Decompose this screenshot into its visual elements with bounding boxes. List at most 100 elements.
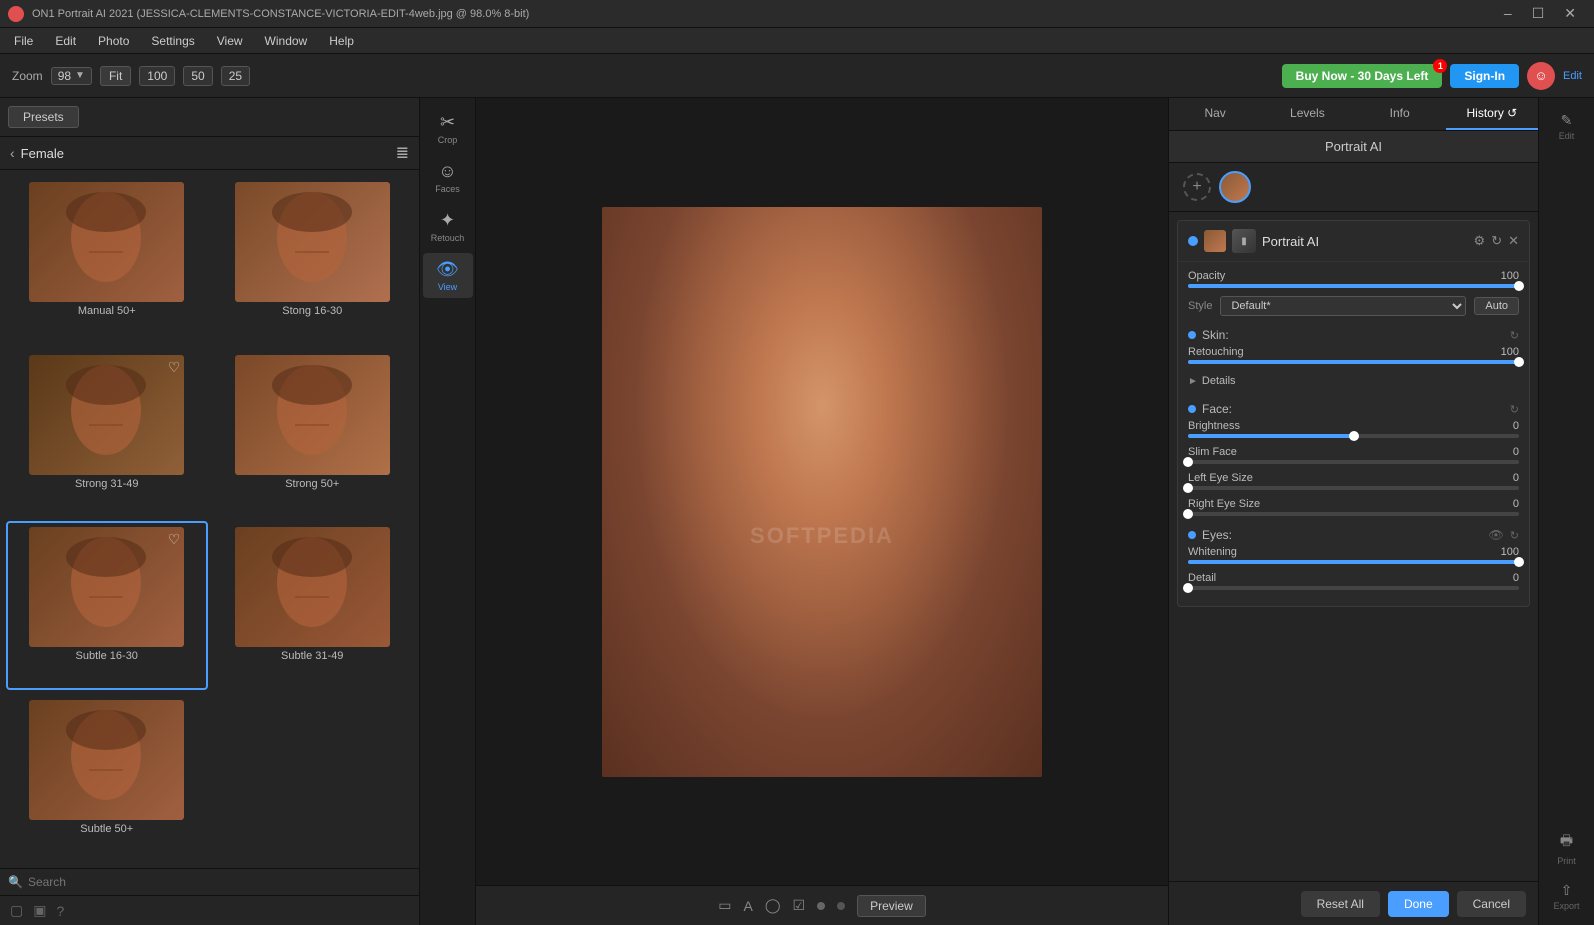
- tab-info[interactable]: Info: [1354, 98, 1446, 130]
- preset-item-strong-16-30[interactable]: Stong 16-30: [212, 176, 414, 345]
- opacity-slider[interactable]: [1188, 284, 1519, 288]
- eye-visibility-icon[interactable]: 👁: [1489, 528, 1504, 542]
- view-icon: 👁: [436, 259, 459, 280]
- pai-active-dot: [1188, 236, 1198, 246]
- right-eye-value: 0: [1513, 498, 1519, 510]
- preset-thumb-strong-31-49: ♡: [29, 355, 184, 475]
- maximize-button[interactable]: ☐: [1522, 5, 1555, 22]
- buy-now-button[interactable]: Buy Now - 30 Days Left 1: [1282, 64, 1443, 88]
- zoom-25-button[interactable]: 25: [221, 66, 250, 86]
- zoom-dropdown-icon[interactable]: ▼: [75, 70, 85, 81]
- right-tabs: Nav Levels Info History ↺: [1169, 98, 1538, 131]
- retouching-slider[interactable]: [1188, 360, 1519, 364]
- crop-icon: ✂: [440, 112, 455, 133]
- left-eye-slider[interactable]: [1188, 486, 1519, 490]
- right-eye-slider[interactable]: [1188, 512, 1519, 516]
- edit-link[interactable]: Edit: [1563, 70, 1582, 82]
- view-label: View: [438, 282, 457, 292]
- heart-icon-subtle-16-30[interactable]: ♡: [168, 531, 181, 548]
- zoom-fit-button[interactable]: Fit: [100, 66, 131, 86]
- frame-icon[interactable]: ▭: [718, 897, 731, 914]
- mask-icon[interactable]: ◯: [765, 897, 781, 914]
- preview-button[interactable]: Preview: [857, 895, 926, 917]
- add-face-button[interactable]: +: [1183, 173, 1211, 201]
- brightness-slider[interactable]: [1188, 434, 1519, 438]
- eyes-dot: [1188, 531, 1196, 539]
- menu-settings[interactable]: Settings: [141, 32, 204, 50]
- tool-faces[interactable]: ☺ Faces: [423, 155, 473, 200]
- pai-close-button[interactable]: ✕: [1508, 233, 1519, 249]
- preset-item-subtle-31-49[interactable]: Subtle 31-49: [212, 521, 414, 690]
- tab-levels[interactable]: Levels: [1261, 98, 1353, 130]
- face-reset-button[interactable]: ↻: [1510, 403, 1519, 416]
- close-button[interactable]: ✕: [1554, 5, 1586, 22]
- style-label: Style: [1188, 300, 1212, 312]
- zoom-50-button[interactable]: 50: [183, 66, 212, 86]
- tool-crop[interactable]: ✂ Crop: [423, 106, 473, 151]
- face-thumbnail[interactable]: [1219, 171, 1251, 203]
- status-dot-2: [837, 902, 845, 910]
- preset-name-strong-50plus: Strong 50+: [285, 478, 339, 490]
- right-tool-export[interactable]: ⇧ Export: [1542, 876, 1592, 917]
- bottom-icons: ▢ ▣ ?: [0, 895, 419, 925]
- preset-item-strong-50plus[interactable]: Strong 50+: [212, 349, 414, 518]
- minimize-button[interactable]: –: [1494, 5, 1522, 22]
- menu-bar: File Edit Photo Settings View Window Hel…: [0, 28, 1594, 54]
- menu-edit[interactable]: Edit: [45, 32, 86, 50]
- help-icon[interactable]: ?: [56, 903, 64, 919]
- preset-thumb-subtle-31-49: [235, 527, 390, 647]
- grid-toggle-icon[interactable]: ≣: [396, 143, 409, 163]
- menu-help[interactable]: Help: [319, 32, 364, 50]
- presets-button[interactable]: Presets: [8, 106, 79, 128]
- zoom-100-button[interactable]: 100: [139, 66, 175, 86]
- details-toggle[interactable]: ► Details: [1188, 372, 1519, 390]
- back-arrow-icon[interactable]: ‹: [10, 145, 15, 161]
- whitening-slider[interactable]: [1188, 560, 1519, 564]
- heart-icon-strong-31-49[interactable]: ♡: [168, 359, 181, 376]
- preset-item-subtle-50plus[interactable]: Subtle 50+: [6, 694, 208, 863]
- tool-view[interactable]: 👁 View: [423, 253, 473, 298]
- left-eye-row: Left Eye Size 0: [1188, 472, 1519, 490]
- edit-label: Edit: [1559, 131, 1575, 141]
- user-avatar[interactable]: ☺: [1527, 62, 1555, 90]
- sign-in-button[interactable]: Sign-In: [1450, 64, 1519, 88]
- menu-window[interactable]: Window: [255, 32, 318, 50]
- menu-view[interactable]: View: [207, 32, 253, 50]
- preset-item-subtle-16-30[interactable]: ♡Subtle 16-30: [6, 521, 208, 690]
- pai-settings-button[interactable]: ⚙: [1474, 233, 1486, 249]
- list-view-icon[interactable]: ▣: [33, 902, 46, 919]
- detail-slider[interactable]: [1188, 586, 1519, 590]
- cancel-button[interactable]: Cancel: [1457, 891, 1526, 917]
- tab-history[interactable]: History ↺: [1446, 98, 1538, 130]
- preset-name-strong-16-30: Stong 16-30: [282, 305, 342, 317]
- presets-grid: Manual 50+ Stong 16-30 ♡Strong 31-49 Str…: [0, 170, 419, 868]
- skin-reset-button[interactable]: ↻: [1510, 329, 1519, 342]
- slim-face-slider[interactable]: [1188, 460, 1519, 464]
- category-bar: ‹ Female ≣: [0, 137, 419, 170]
- preset-item-strong-31-49[interactable]: ♡Strong 31-49: [6, 349, 208, 518]
- detail-row: Detail 0: [1188, 572, 1519, 590]
- details-chevron-icon: ►: [1188, 376, 1198, 387]
- auto-button[interactable]: Auto: [1474, 297, 1519, 315]
- menu-photo[interactable]: Photo: [88, 32, 139, 50]
- text-icon[interactable]: A: [743, 898, 752, 914]
- pai-reset-button[interactable]: ↻: [1491, 233, 1502, 249]
- right-tool-print[interactable]: 🖶 Print: [1542, 824, 1592, 872]
- eyes-reset-button[interactable]: ↻: [1510, 529, 1519, 542]
- tool-retouch[interactable]: ✦ Retouch: [423, 204, 473, 249]
- check-icon[interactable]: ☑: [793, 897, 806, 914]
- window-controls[interactable]: – ☐ ✕: [1494, 5, 1586, 22]
- reset-all-button[interactable]: Reset All: [1301, 891, 1380, 917]
- menu-file[interactable]: File: [4, 32, 43, 50]
- done-button[interactable]: Done: [1388, 891, 1449, 917]
- face-dot: [1188, 405, 1196, 413]
- whitening-row: Whitening 100: [1188, 546, 1519, 564]
- pai-module-body: Opacity 100 Style Default*: [1178, 262, 1529, 606]
- grid-view-icon[interactable]: ▢: [10, 902, 23, 919]
- style-select[interactable]: Default*: [1220, 296, 1466, 316]
- right-tool-edit[interactable]: ✎ Edit: [1542, 106, 1592, 147]
- preset-item-manual-50plus[interactable]: Manual 50+: [6, 176, 208, 345]
- opacity-value: 100: [1501, 270, 1519, 282]
- search-input[interactable]: [28, 875, 411, 889]
- tab-nav[interactable]: Nav: [1169, 98, 1261, 130]
